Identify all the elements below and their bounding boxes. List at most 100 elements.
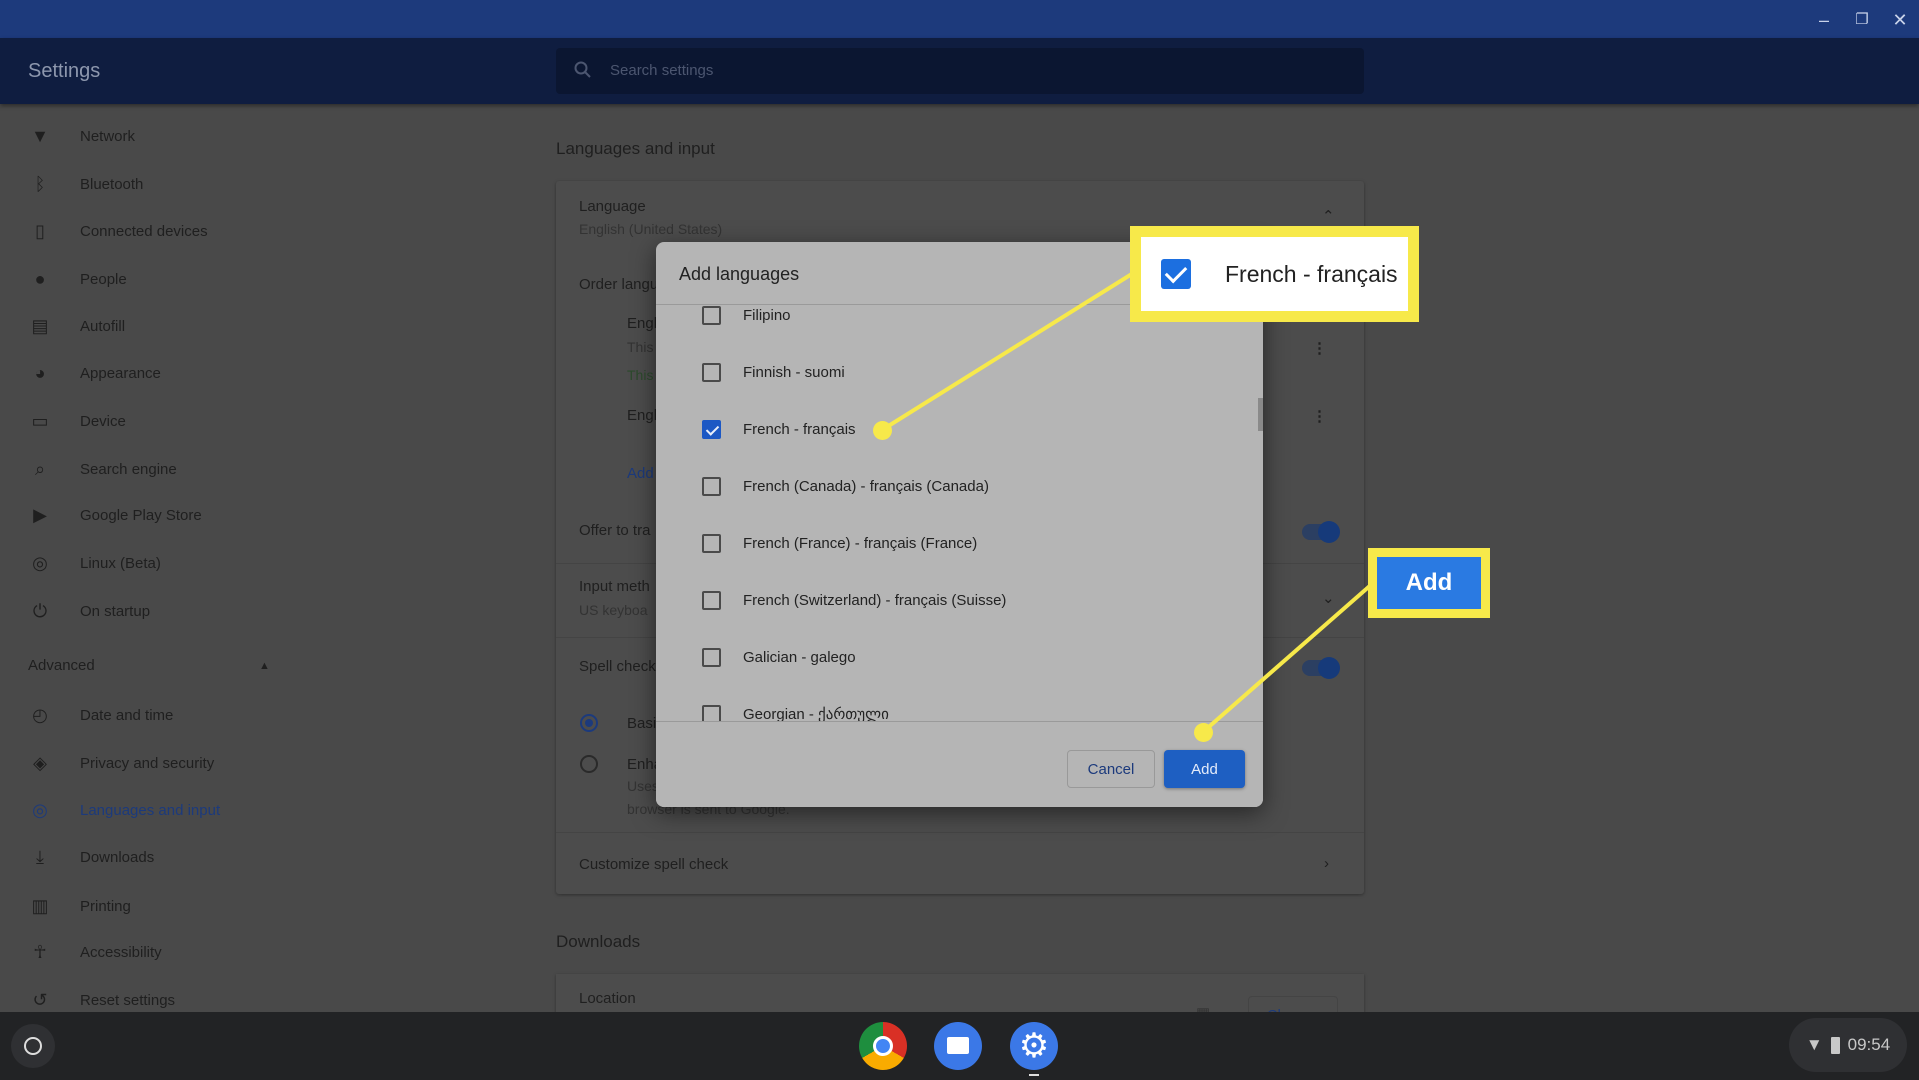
sidebar-item-label: Device	[80, 412, 126, 430]
sidebar-item-label: Reset settings	[80, 991, 176, 1009]
settings-gear-icon[interactable]: ⚙	[1010, 1022, 1058, 1070]
sidebar-item-autofill[interactable]: ▤ Autofill	[28, 311, 125, 341]
language-option[interactable]: French (France) - français (France)	[656, 523, 1256, 563]
language-option-label: Galician - galego	[743, 648, 856, 666]
sidebar-item-date-and-time[interactable]: ◴ Date and time	[28, 700, 173, 730]
clock-icon: ◴	[32, 704, 48, 725]
checkbox[interactable]	[702, 533, 721, 553]
sidebar-item-label: Autofill	[80, 317, 126, 335]
sidebar-item-label: Bluetooth	[80, 175, 144, 193]
chevron-right-icon: ›	[1324, 855, 1329, 872]
cancel-button[interactable]: Cancel	[1067, 750, 1155, 788]
scrollbar[interactable]	[1258, 398, 1263, 431]
checkbox[interactable]	[702, 476, 721, 496]
customize-spell-check[interactable]: Customize spell check	[579, 856, 728, 873]
linux-icon: ◎	[32, 552, 48, 573]
caret-up-icon: ▲	[259, 660, 270, 672]
search-icon	[574, 61, 591, 78]
checkbox[interactable]	[702, 647, 721, 667]
add-button[interactable]: Add	[1164, 750, 1245, 788]
sidebar-item-printing[interactable]: ▥ Printing	[28, 891, 131, 921]
sidebar-item-device[interactable]: ▭ Device	[28, 406, 126, 436]
sidebar-item-reset-settings[interactable]: ↺ Reset settings	[28, 985, 175, 1015]
offer-translate-label: Offer to tra	[579, 522, 651, 539]
search-icon: ⌕	[34, 458, 46, 479]
status-tray[interactable]: ▼ 09:54	[1789, 1018, 1907, 1072]
language-option-label: French (France) - français (France)	[743, 534, 978, 552]
add-languages-link[interactable]: Add	[627, 465, 654, 482]
sidebar-item-label: Date and time	[80, 706, 174, 724]
checkbox[interactable]	[702, 590, 721, 610]
language-option-label: French - français	[743, 420, 856, 438]
settings-header: Settings Search settings	[0, 38, 1919, 104]
sidebar-item-label: On startup	[80, 602, 151, 620]
maximize-button[interactable]: ❐	[1850, 8, 1874, 32]
checkbox[interactable]	[702, 305, 721, 325]
window-titlebar: – ❐ ✕	[0, 0, 1919, 38]
running-indicator	[1029, 1074, 1039, 1076]
enhanced-desc: Uses	[627, 778, 659, 794]
phone-icon: ▯	[35, 220, 45, 241]
chrome-icon[interactable]	[859, 1022, 907, 1070]
add-languages-dialog: Add languages Filipino Finnish - suomi Fre…	[656, 242, 1263, 807]
checkbox-checked[interactable]	[702, 419, 721, 439]
language-option[interactable]: French - français	[656, 409, 1256, 449]
reset-icon: ↺	[32, 989, 48, 1010]
sidebar-item-on-startup[interactable]: ⏻ On startup	[28, 596, 150, 626]
dialog-title: Add languages	[679, 264, 800, 284]
sidebar-item-appearance[interactable]: ◕ Appearance	[28, 358, 161, 388]
app-title: Settings	[28, 60, 101, 82]
callout-checkbox-zoom: French - français	[1130, 226, 1419, 322]
sidebar-item-google-play-store[interactable]: ▶ Google Play Store	[28, 500, 202, 530]
launcher-button[interactable]	[11, 1024, 55, 1068]
chevron-up-icon[interactable]: ⌃	[1322, 207, 1335, 225]
language-english-1: Engl	[627, 315, 658, 332]
shield-icon: ◈	[33, 752, 47, 773]
spell-check-toggle[interactable]	[1302, 657, 1340, 679]
more-vert-icon[interactable]: ⋮	[1312, 407, 1327, 425]
sidebar-item-bluetooth[interactable]: ᛒ Bluetooth	[28, 169, 144, 199]
sidebar-item-label: Search engine	[80, 460, 177, 478]
language-option[interactable]: Galician - galego	[656, 637, 1256, 677]
close-button[interactable]: ✕	[1888, 8, 1912, 32]
printer-icon: ▥	[31, 895, 49, 916]
language-english-2: Engl	[627, 407, 658, 424]
palette-icon: ◕	[34, 362, 46, 383]
sidebar-item-label: Linux (Beta)	[80, 554, 161, 572]
shelf: ⚙ ▼ 09:54	[0, 1012, 1919, 1080]
downloads-title: Downloads	[556, 932, 641, 951]
sidebar-item-people[interactable]: ● People	[28, 264, 127, 294]
sidebar-item-network[interactable]: ▼ Network	[28, 121, 135, 151]
sidebar-item-connected-devices[interactable]: ▯ Connected devices	[28, 216, 208, 246]
sidebar-item-search-engine[interactable]: ⌕ Search engine	[28, 454, 177, 484]
sidebar-item-label: Printing	[80, 897, 131, 915]
sidebar-advanced-header[interactable]: Advanced	[28, 657, 95, 674]
sidebar-item-privacy-and-security[interactable]: ◈ Privacy and security	[28, 748, 214, 778]
divider	[656, 721, 1263, 722]
checkbox[interactable]	[702, 362, 721, 382]
sidebar-item-downloads[interactable]: ⤓ Downloads	[28, 842, 154, 872]
laptop-icon: ▭	[31, 410, 49, 431]
sidebar-item-accessibility[interactable]: ☥ Accessibility	[28, 937, 161, 967]
language-option[interactable]: French (Canada) - français (Canada)	[656, 466, 1256, 506]
sidebar-item-linux-beta[interactable]: ◎ Linux (Beta)	[28, 548, 161, 578]
globe-icon: ◎	[32, 799, 48, 820]
callout-add-zoom: Add	[1368, 548, 1490, 618]
language-option-label: Finnish - suomi	[743, 363, 845, 381]
language-option[interactable]: French (Switzerland) - français (Suisse)	[656, 580, 1256, 620]
language-option[interactable]: Finnish - suomi	[656, 352, 1256, 392]
launcher-icon	[24, 1037, 42, 1055]
search-input[interactable]: Search settings	[556, 48, 1364, 94]
chevron-down-icon[interactable]: ⌄	[1322, 589, 1335, 607]
input-method-label: Input meth	[579, 578, 650, 595]
section-title: Languages and input	[556, 139, 715, 158]
offer-translate-toggle[interactable]	[1302, 521, 1340, 543]
files-icon[interactable]	[934, 1022, 982, 1070]
enhanced-spellcheck-radio[interactable]	[580, 755, 598, 773]
input-method-value: US keyboa	[579, 602, 648, 618]
sidebar-item-languages-and-input[interactable]: ◎ Languages and input	[28, 795, 220, 825]
basic-spellcheck-radio[interactable]	[580, 714, 598, 732]
more-vert-icon[interactable]: ⋮	[1312, 339, 1327, 357]
minimize-button[interactable]: –	[1812, 8, 1836, 32]
folder-glyph	[947, 1037, 969, 1054]
